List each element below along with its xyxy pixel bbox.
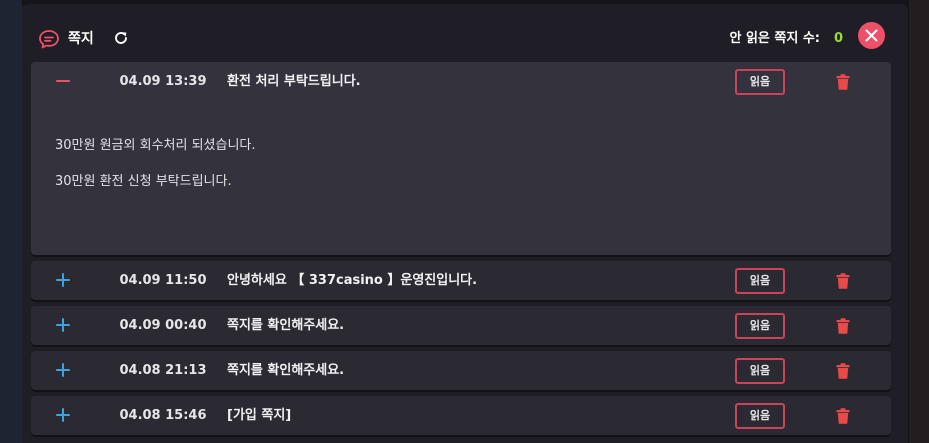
- modal-header: 쪽지 안 읽은 쪽지 수: 0: [22, 4, 908, 62]
- message-subject[interactable]: 안녕하세요 【 337casino 】운영진입니다.: [227, 261, 477, 300]
- close-icon: [865, 29, 878, 42]
- close-button[interactable]: [858, 22, 885, 49]
- modal-title: 쪽지: [68, 31, 94, 47]
- refresh-icon[interactable]: [113, 30, 129, 46]
- message-body-line: 30만원 원금외 회수처리 되셨습니다.: [55, 138, 256, 153]
- read-button[interactable]: 읽음: [735, 403, 785, 429]
- message-row[interactable]: 04.09 11:50 안녕하세요 【 337casino 】운영진입니다. 읽…: [31, 261, 891, 300]
- read-button[interactable]: 읽음: [735, 69, 785, 95]
- message-row[interactable]: 04.08 15:46 [가입 쪽지] 읽음: [31, 396, 891, 435]
- plus-icon[interactable]: [55, 407, 71, 423]
- unread-count-value: 0: [834, 31, 844, 46]
- message-date: 04.09 00:40: [119, 318, 207, 333]
- message-subject[interactable]: [가입 쪽지]: [227, 396, 291, 435]
- read-button[interactable]: 읽음: [735, 358, 785, 384]
- message-item: 04.08 21:13 쪽지를 확인해주세요. 읽음: [31, 351, 891, 390]
- page-backdrop-right: [909, 0, 929, 443]
- trash-icon[interactable]: [836, 273, 850, 289]
- message-date: 04.09 11:50: [119, 273, 207, 288]
- message-icon: [39, 30, 59, 49]
- message-date: 04.08 15:46: [119, 408, 207, 423]
- message-item: 04.09 00:40 쪽지를 확인해주세요. 읽음: [31, 306, 891, 345]
- plus-icon[interactable]: [55, 362, 71, 378]
- message-date: 04.09 13:39: [119, 74, 207, 89]
- plus-icon[interactable]: [55, 272, 71, 288]
- page-backdrop-left: [0, 0, 22, 443]
- read-button[interactable]: 읽음: [735, 268, 785, 294]
- trash-icon[interactable]: [836, 318, 850, 334]
- trash-icon[interactable]: [836, 363, 850, 379]
- read-button[interactable]: 읽음: [735, 313, 785, 339]
- message-item: 04.08 15:46 [가입 쪽지] 읽음: [31, 396, 891, 435]
- message-modal: 쪽지 안 읽은 쪽지 수: 0 04.09 13:39 환전 처리 부탁드립니다…: [22, 4, 908, 443]
- message-date: 04.08 21:13: [119, 363, 207, 378]
- message-body-line: 30만원 환전 신청 부탁드립니다.: [55, 174, 232, 189]
- message-item: 04.09 11:50 안녕하세요 【 337casino 】운영진입니다. 읽…: [31, 261, 891, 300]
- minus-icon[interactable]: [55, 73, 71, 89]
- message-list: 04.09 13:39 환전 처리 부탁드립니다. 읽음 30만원 원금외 회수…: [31, 62, 891, 441]
- message-row[interactable]: 04.08 21:13 쪽지를 확인해주세요. 읽음: [31, 351, 891, 390]
- message-subject[interactable]: 환전 처리 부탁드립니다.: [227, 62, 361, 101]
- message-subject[interactable]: 쪽지를 확인해주세요.: [227, 351, 344, 390]
- message-body: 30만원 원금외 회수처리 되셨습니다. 30만원 환전 신청 부탁드립니다.: [31, 101, 891, 255]
- message-subject[interactable]: 쪽지를 확인해주세요.: [227, 306, 344, 345]
- message-row[interactable]: 04.09 00:40 쪽지를 확인해주세요. 읽음: [31, 306, 891, 345]
- message-item: 04.09 13:39 환전 처리 부탁드립니다. 읽음 30만원 원금외 회수…: [31, 62, 891, 255]
- trash-icon[interactable]: [836, 408, 850, 424]
- plus-icon[interactable]: [55, 317, 71, 333]
- message-row[interactable]: 04.09 13:39 환전 처리 부탁드립니다. 읽음: [31, 62, 891, 101]
- unread-count-label: 안 읽은 쪽지 수:: [729, 31, 820, 46]
- trash-icon[interactable]: [836, 74, 850, 90]
